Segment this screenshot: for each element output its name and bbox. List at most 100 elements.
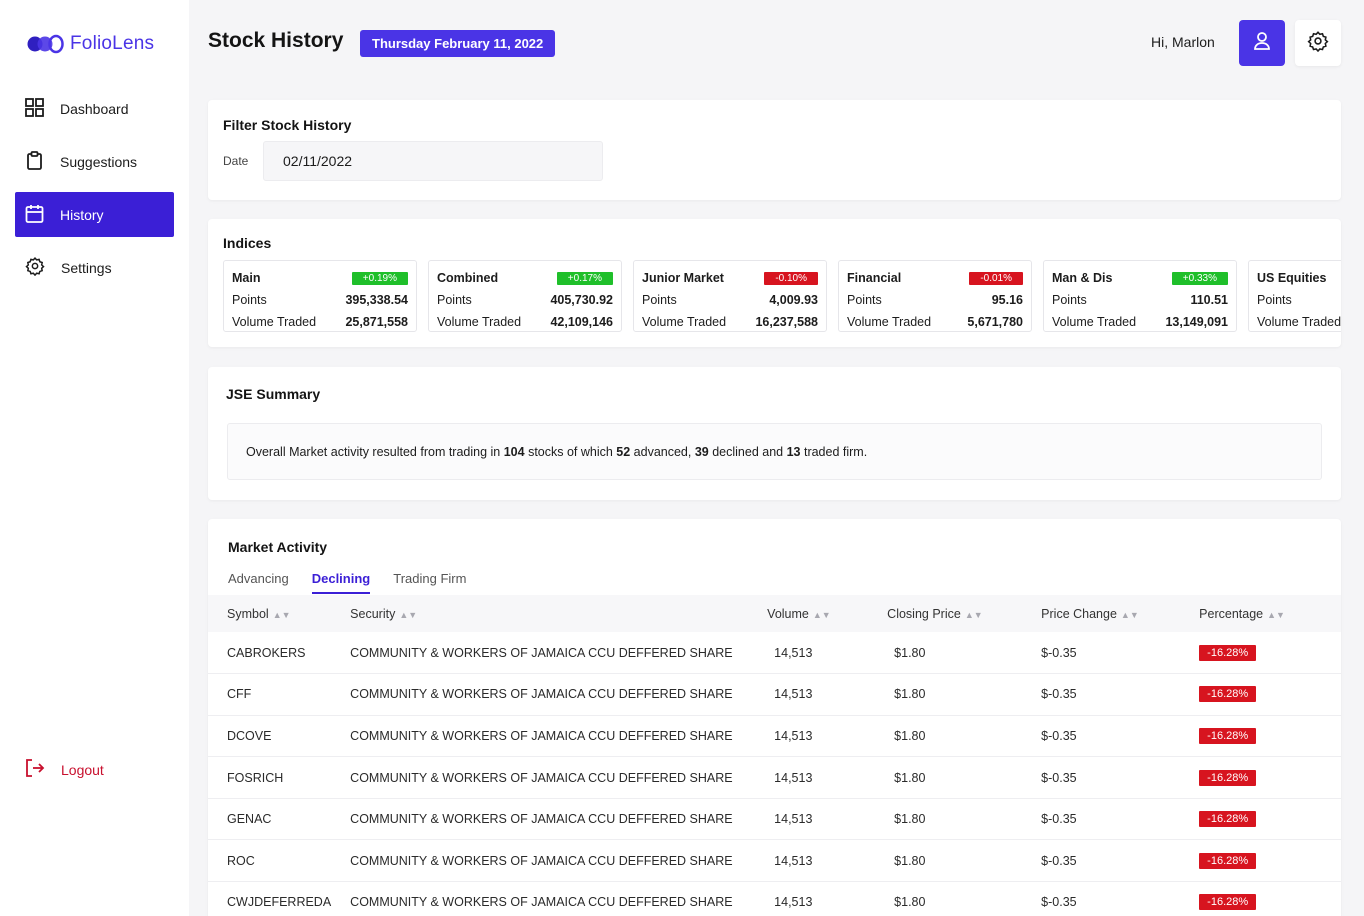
percentage-badge: -16.28%	[1199, 894, 1257, 911]
page-title: Stock History	[208, 29, 344, 52]
cell-volume: 14,513	[774, 895, 813, 910]
column-header-security[interactable]: Security ▲▼	[331, 595, 748, 632]
cell-security: COMMUNITY & WORKERS OF JAMAICA CCU DEFFE…	[350, 645, 733, 660]
sidebar-item-label: Suggestions	[60, 153, 138, 170]
index-points: 4,009.93	[769, 293, 818, 307]
tab-declining[interactable]: Declining	[311, 571, 371, 594]
logo[interactable]: FolioLens	[26, 33, 154, 55]
user-profile-button[interactable]	[1239, 20, 1285, 66]
table-row[interactable]: GENAC COMMUNITY & WORKERS OF JAMAICA CCU…	[208, 798, 1341, 840]
filter-card: Filter Stock History Date 02/11/2022	[208, 100, 1341, 200]
date-input[interactable]: 02/11/2022	[263, 141, 603, 181]
advanced-count: 52	[616, 445, 631, 459]
index-card-financial[interactable]: Financial -0.01% Points 95.16 Volume Trade…	[838, 260, 1032, 332]
cell-closing-price: $1.80	[894, 812, 926, 827]
index-points: 95.16	[991, 293, 1023, 307]
index-points: 395,338.54	[345, 293, 408, 307]
cell-closing-price: $1.80	[894, 770, 926, 785]
index-change-badge: +0.17%	[556, 271, 613, 285]
percentage-badge: -16.28%	[1199, 686, 1257, 703]
sort-icon: ▲▼	[964, 609, 983, 620]
index-name: US Equities	[1257, 271, 1327, 285]
volume-label: Volume Traded	[1052, 315, 1137, 329]
table-row[interactable]: FOSRICH COMMUNITY & WORKERS OF JAMAICA C…	[208, 757, 1341, 799]
cell-security: COMMUNITY & WORKERS OF JAMAICA CCU DEFFE…	[350, 687, 733, 702]
points-label: Points	[437, 293, 472, 307]
sidebar-item-dashboard[interactable]: Dashboard	[15, 86, 174, 131]
index-card-main[interactable]: Main +0.19% Points 395,338.54 Volume Trade…	[223, 260, 417, 332]
cell-volume: 14,513	[774, 687, 813, 702]
column-header-symbol[interactable]: Symbol ▲▼	[208, 595, 331, 632]
sidebar-item-suggestions[interactable]: Suggestions	[15, 139, 174, 184]
settings-button[interactable]	[1295, 20, 1341, 66]
column-header-price-change[interactable]: Price Change ▲▼	[1022, 595, 1180, 632]
index-name: Financial	[847, 271, 902, 285]
logout-label: Logout	[61, 761, 104, 778]
logo-icon	[26, 34, 66, 54]
sidebar-item-history[interactable]: History	[15, 192, 174, 237]
table-row[interactable]: CWJDEFERREDA COMMUNITY & WORKERS OF JAMA…	[208, 882, 1341, 916]
index-volume: 42,109,146	[550, 315, 613, 329]
cell-price-change: $-0.35	[1041, 895, 1077, 910]
tab-advancing[interactable]: Advancing	[228, 571, 289, 594]
table-row[interactable]: DCOVE COMMUNITY & WORKERS OF JAMAICA CCU…	[208, 715, 1341, 757]
table-row[interactable]: ROC COMMUNITY & WORKERS OF JAMAICA CCU D…	[208, 840, 1341, 882]
index-volume: 25,871,558	[345, 315, 408, 329]
table-row[interactable]: CABROKERS COMMUNITY & WORKERS OF JAMAICA…	[208, 632, 1341, 674]
cell-volume: 14,513	[774, 853, 813, 868]
firm-count: 13	[786, 445, 801, 459]
cell-price-change: $-0.35	[1041, 728, 1077, 743]
cell-price-change: $-0.35	[1041, 687, 1077, 702]
market-table: Symbol ▲▼ Security ▲▼ Volume ▲▼ Closing Pri…	[208, 595, 1341, 916]
logout-icon	[25, 758, 45, 781]
index-card-junior-market[interactable]: Junior Market -0.10% Points 4,009.93 Volum…	[633, 260, 827, 332]
summary-text: Overall Market activity resulted from tr…	[246, 445, 868, 459]
index-card-man-dis[interactable]: Man & Dis +0.33% Points 110.51 Volume Trad…	[1043, 260, 1237, 332]
cell-closing-price: $1.80	[894, 853, 926, 868]
tab-trading-firm[interactable]: Trading Firm	[393, 571, 466, 594]
percentage-badge: -16.28%	[1199, 727, 1257, 744]
column-header-percentage[interactable]: Percentage ▲▼	[1180, 595, 1341, 632]
date-badge: Thursday February 11, 2022	[360, 30, 556, 57]
index-volume: 13,149,091	[1165, 315, 1228, 329]
cell-price-change: $-0.35	[1041, 770, 1077, 785]
table-row[interactable]: CFF COMMUNITY & WORKERS OF JAMAICA CCU D…	[208, 674, 1341, 716]
filter-title: Filter Stock History	[223, 117, 352, 133]
cell-price-change: $-0.35	[1041, 812, 1077, 827]
cell-closing-price: $1.80	[894, 645, 926, 660]
index-name: Main	[232, 271, 261, 285]
points-label: Points	[642, 293, 677, 307]
cell-symbol: CABROKERS	[227, 645, 306, 660]
cell-volume: 14,513	[774, 770, 813, 785]
logout-button[interactable]: Logout	[25, 758, 104, 781]
column-header-closing-price[interactable]: Closing Price ▲▼	[868, 595, 1022, 632]
index-card-us-equities[interactable]: US Equities Points Volume Traded	[1248, 260, 1341, 332]
cell-volume: 14,513	[774, 812, 813, 827]
sidebar-item-settings[interactable]: Settings	[15, 245, 174, 290]
column-header-volume[interactable]: Volume ▲▼	[748, 595, 868, 632]
market-tabs: Advancing Declining Trading Firm	[228, 571, 466, 594]
index-change-badge: +0.19%	[351, 271, 408, 285]
cell-closing-price: $1.80	[894, 687, 926, 702]
market-activity-title: Market Activity	[228, 539, 328, 555]
cell-price-change: $-0.35	[1041, 645, 1077, 660]
total-stocks: 104	[503, 445, 525, 459]
market-activity-card: Market Activity Advancing Declining Trad…	[208, 519, 1341, 916]
cell-price-change: $-0.35	[1041, 853, 1077, 868]
points-label: Points	[1052, 293, 1087, 307]
volume-label: Volume Traded	[437, 315, 522, 329]
cell-security: COMMUNITY & WORKERS OF JAMAICA CCU DEFFE…	[350, 728, 733, 743]
indices-card: Indices Main +0.19% Points 395,338.54 Volu…	[208, 219, 1341, 347]
cell-symbol: DCOVE	[227, 728, 272, 743]
clipboard-icon	[25, 150, 44, 173]
index-change-badge: +0.33%	[1171, 271, 1228, 285]
sidebar: FolioLens Dashboard Suggestions History …	[0, 0, 189, 916]
index-volume: 5,671,780	[967, 315, 1023, 329]
index-name: Junior Market	[642, 271, 724, 285]
percentage-badge: -16.28%	[1199, 769, 1257, 786]
volume-label: Volume Traded	[847, 315, 932, 329]
sort-icon: ▲▼	[812, 609, 831, 620]
index-card-combined[interactable]: Combined +0.17% Points 405,730.92 Volume T…	[428, 260, 622, 332]
index-points: 110.51	[1190, 293, 1228, 307]
cell-security: COMMUNITY & WORKERS OF JAMAICA CCU DEFFE…	[350, 853, 733, 868]
